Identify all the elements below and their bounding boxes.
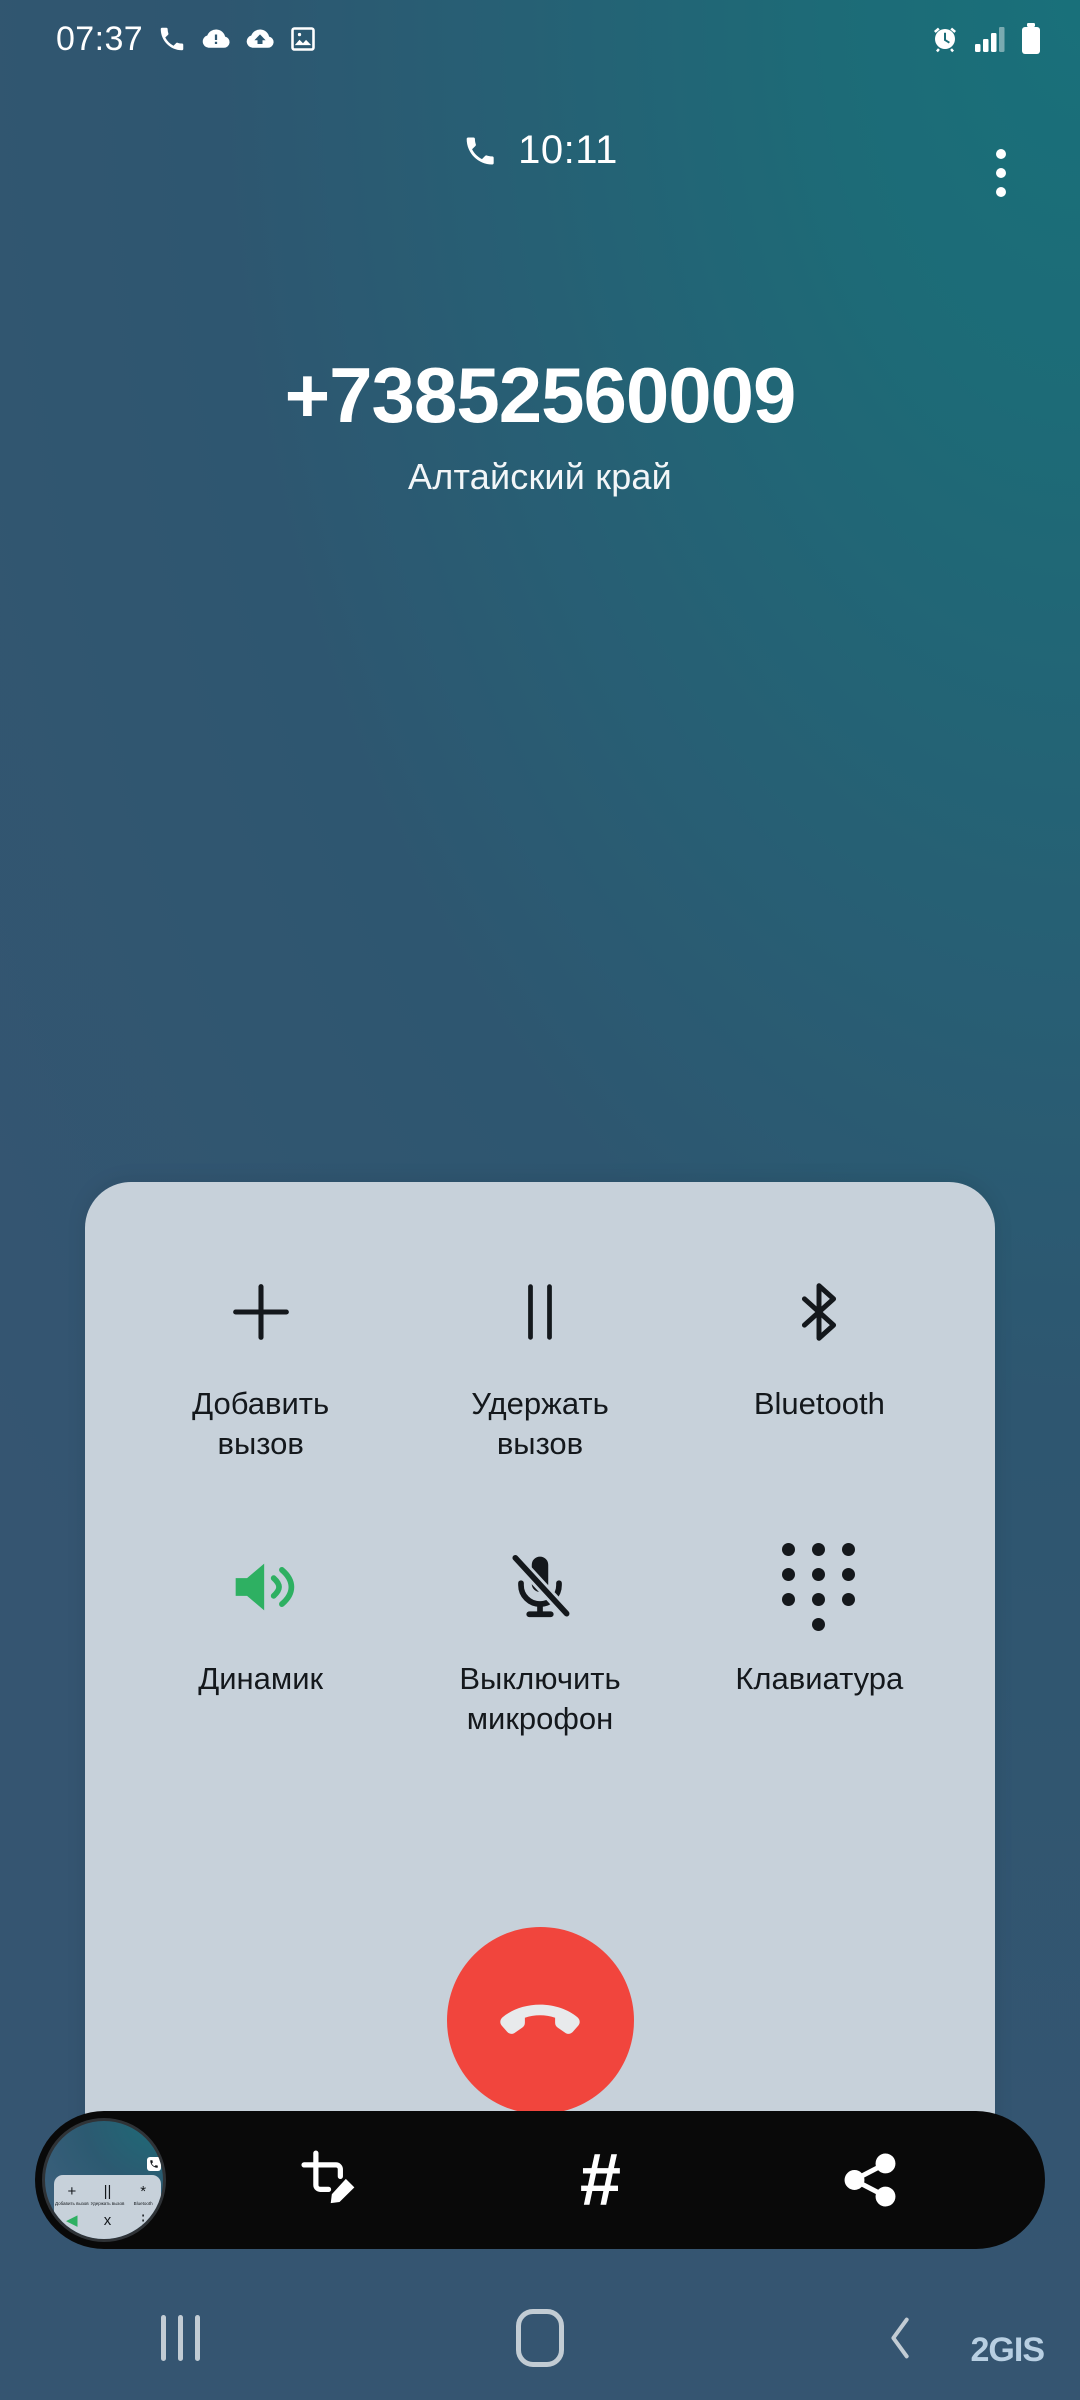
call-duration-group: 10:11	[462, 128, 618, 173]
thumbnail-cell: * Bluetooth	[125, 2184, 160, 2206]
bluetooth-icon: *	[140, 2183, 147, 2200]
thumbnail-label: Bluetooth	[133, 2201, 153, 2206]
thumbnail-panel-preview: + Добавить вызов || Удержать вызов * Blu…	[54, 2175, 161, 2239]
end-call-button[interactable]	[446, 1927, 634, 2114]
keypad-button[interactable]: Клавиатура	[680, 1463, 959, 1738]
in-call-screen: 07:37 10:11 +73852560009 Алтайский край …	[0, 0, 1080, 2400]
navigation-bar	[0, 2275, 1080, 2400]
add-call-button[interactable]: Добавить вызов	[121, 1246, 400, 1463]
call-controls-panel: Добавить вызов Удержать вызов Bluetooth	[85, 1182, 995, 2140]
caller-location: Алтайский край	[408, 456, 672, 498]
thumbnail-label: Удержать вызов	[90, 2201, 125, 2206]
status-bar-left: 07:37	[56, 20, 317, 59]
speaker-icon	[223, 1535, 299, 1639]
status-bar-right	[930, 23, 1042, 55]
home-icon	[516, 2308, 564, 2367]
thumbnail-cell: ⋮	[125, 2213, 160, 2228]
crop-edit-icon	[301, 2150, 355, 2204]
share-icon	[844, 2153, 896, 2207]
image-icon	[291, 27, 315, 51]
pause-icon	[502, 1260, 578, 1364]
speaker-label: Динамик	[198, 1661, 324, 1697]
cloud-upload-icon	[246, 29, 274, 48]
mic-off-icon	[502, 1535, 578, 1639]
screenshot-thumbnail[interactable]: + Добавить вызов || Удержать вызов * Blu…	[42, 2118, 166, 2242]
thumbnail-cell: + Добавить вызов	[54, 2184, 89, 2206]
back-icon	[891, 2317, 909, 2358]
screenshot-toolbar: + Добавить вызов || Удержать вызов * Blu…	[35, 2111, 1045, 2249]
mute-mic-button[interactable]: Выключить микрофон	[400, 1463, 679, 1738]
recents-icon	[160, 2314, 200, 2361]
crop-edit-button[interactable]	[281, 2130, 381, 2230]
mute-mic-label: Выключить микрофон	[459, 1661, 621, 1737]
call-header: 10:11	[0, 128, 1080, 220]
dialpad-icon	[782, 1535, 856, 1639]
bluetooth-label: Bluetooth	[753, 1386, 885, 1421]
phone-icon	[147, 2157, 161, 2171]
battery-icon	[1022, 23, 1040, 54]
call-controls-row-1: Добавить вызов Удержать вызов Bluetooth	[85, 1182, 995, 1463]
status-bar: 07:37	[0, 0, 1080, 78]
screenshot-toolbar-actions: #	[166, 2130, 1045, 2230]
mic-off-icon: x	[103, 2212, 112, 2230]
thumbnail-cell: || Удержать вызов	[90, 2184, 125, 2206]
hold-call-label: Удержать вызов	[471, 1386, 609, 1461]
thumbnail-cell: ◀	[54, 2213, 89, 2228]
pause-icon: ||	[103, 2183, 112, 2200]
dialpad-icon: ⋮	[135, 2212, 151, 2230]
recents-button[interactable]	[0, 2314, 360, 2361]
thumbnail-row-2: ◀ x ⋮	[54, 2206, 161, 2228]
scroll-capture-button[interactable]: #	[550, 2130, 650, 2230]
speaker-icon: ◀	[66, 2212, 78, 2230]
hold-call-button[interactable]: Удержать вызов	[400, 1246, 679, 1463]
thumbnail-label: Добавить вызов	[54, 2201, 89, 2206]
hash-icon: #	[579, 2138, 622, 2221]
cloud-alert-icon	[202, 29, 230, 48]
end-call-icon	[500, 2004, 580, 2034]
bluetooth-button[interactable]: Bluetooth	[680, 1246, 959, 1463]
watermark: 2GIS	[970, 2331, 1045, 2369]
call-duration: 10:11	[518, 128, 618, 172]
thumbnail-cell: x	[90, 2213, 125, 2228]
caller-number: +73852560009	[284, 351, 797, 439]
signal-bars-icon	[975, 27, 1005, 52]
add-call-label: Добавить вызов	[192, 1386, 330, 1461]
alarm-icon	[934, 27, 956, 53]
caller-info: +73852560009 Алтайский край	[0, 351, 1080, 498]
thumbnail-row-1: + Добавить вызов || Удержать вызов * Blu…	[54, 2175, 161, 2206]
plus-icon: +	[67, 2183, 77, 2200]
phone-icon	[160, 27, 184, 51]
status-bar-clock: 07:37	[56, 19, 144, 58]
phone-icon	[466, 137, 494, 164]
home-button[interactable]	[360, 2308, 720, 2367]
keypad-label: Клавиатура	[735, 1661, 904, 1697]
plus-icon	[223, 1260, 299, 1364]
share-button[interactable]	[820, 2130, 920, 2230]
bluetooth-icon	[784, 1260, 854, 1364]
call-controls-row-2: Динамик Выключить микрофон Клавиатура	[85, 1463, 995, 1738]
more-vertical-icon[interactable]	[966, 138, 1036, 208]
speaker-button[interactable]: Динамик	[121, 1463, 400, 1738]
end-call-area	[85, 1927, 995, 2114]
